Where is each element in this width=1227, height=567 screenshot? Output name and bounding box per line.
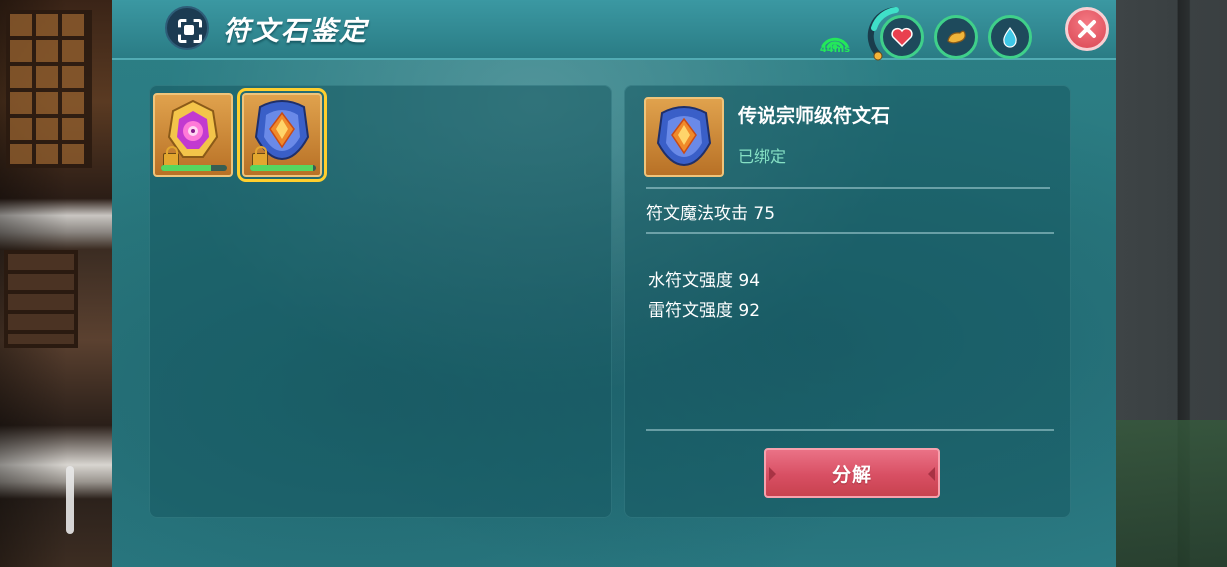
blue-rune-stone-icon: [656, 106, 712, 167]
page-title: 符文石鉴定: [223, 16, 368, 47]
health-button[interactable]: [880, 15, 924, 59]
appraise-icon: [165, 6, 209, 50]
hunger-button[interactable]: [934, 15, 978, 59]
divider: [646, 429, 1054, 431]
main-stat: 符文魔法攻击 75: [646, 204, 776, 224]
bound-status: 已绑定: [738, 147, 787, 166]
decompose-button[interactable]: 分解: [764, 448, 940, 498]
game-scene-left: [0, 0, 112, 567]
durability-bar: [250, 165, 316, 171]
item-name: 传说宗师级符文石: [738, 105, 891, 127]
divider: [646, 187, 1050, 189]
rune-appraisal-panel: 符文石鉴定 44ms 传说宗师级符文石 已绑定 符文魔法攻击 75 水符文强度 …: [112, 0, 1116, 567]
close-button[interactable]: [1065, 7, 1109, 51]
thirst-button[interactable]: [988, 15, 1032, 59]
grass-floor: [1116, 420, 1227, 567]
selected-rune-icon: [644, 97, 724, 177]
heart-icon: [891, 27, 913, 47]
sub-stat: 雷符文强度 92: [648, 301, 761, 321]
divider: [646, 232, 1054, 234]
window-lattice: [6, 10, 92, 168]
durability-bar: [161, 165, 227, 171]
rune-inventory: [149, 85, 612, 518]
game-scene-right: [1116, 0, 1227, 567]
sub-stat: 水符文强度 94: [648, 271, 761, 291]
rune-slot[interactable]: [153, 93, 233, 177]
close-icon: [1078, 20, 1096, 38]
wall-lattice: [4, 250, 78, 348]
water-drop-icon: [1003, 27, 1017, 48]
food-icon: [947, 30, 966, 44]
ping-readout: 44ms: [819, 44, 851, 55]
rune-detail-panel: 传说宗师级符文石 已绑定 符文魔法攻击 75 水符文强度 94 雷符文强度 92…: [624, 85, 1071, 518]
rune-slot-selected[interactable]: [237, 88, 327, 182]
drag-handle[interactable]: [66, 466, 74, 534]
